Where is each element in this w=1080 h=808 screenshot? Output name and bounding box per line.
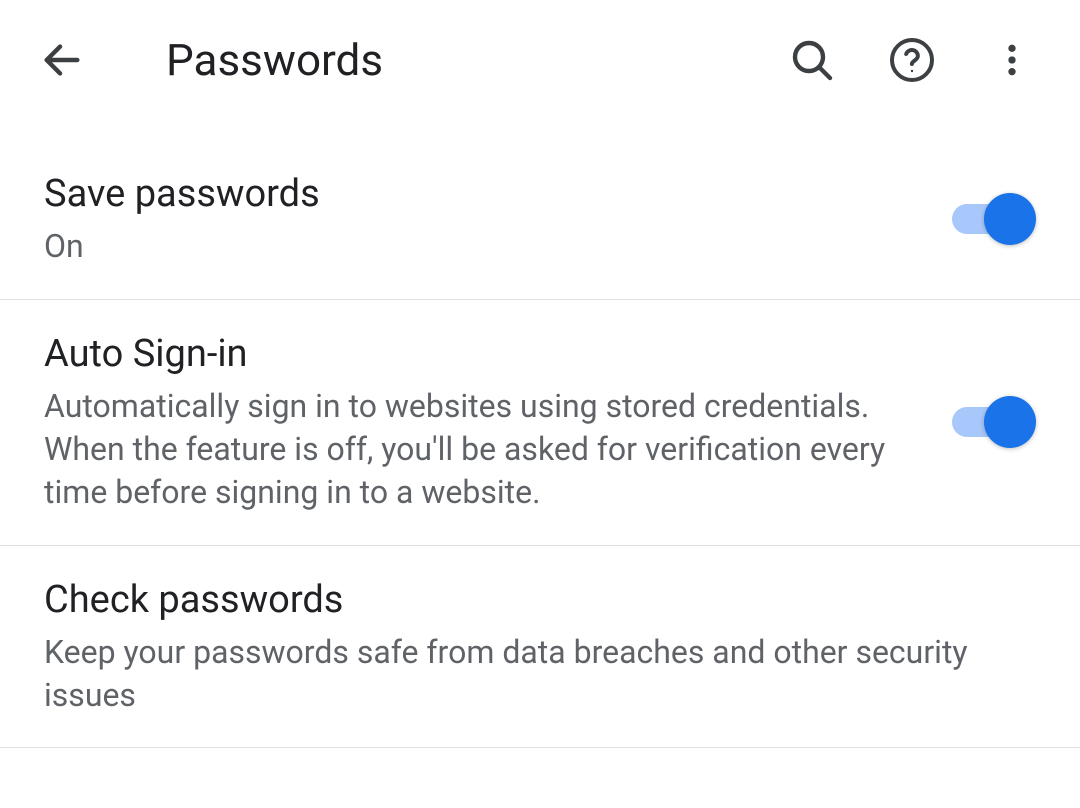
toggle-thumb bbox=[984, 193, 1036, 245]
save-passwords-item[interactable]: Save passwords On bbox=[0, 140, 1080, 300]
header: Passwords bbox=[0, 0, 1080, 120]
setting-text: Save passwords On bbox=[44, 170, 952, 269]
setting-title: Auto Sign-in bbox=[44, 330, 912, 379]
setting-subtitle: On bbox=[44, 225, 912, 268]
setting-subtitle: Keep your passwords safe from data breac… bbox=[44, 631, 996, 717]
setting-subtitle: Automatically sign in to websites using … bbox=[44, 385, 912, 515]
search-icon bbox=[788, 36, 836, 84]
check-passwords-item[interactable]: Check passwords Keep your passwords safe… bbox=[0, 546, 1080, 749]
page-title: Passwords bbox=[166, 34, 784, 86]
toggle-thumb bbox=[984, 396, 1036, 448]
setting-text: Check passwords Keep your passwords safe… bbox=[44, 576, 1036, 718]
setting-title: Save passwords bbox=[44, 170, 912, 219]
auto-signin-toggle[interactable] bbox=[952, 394, 1036, 450]
back-arrow-icon bbox=[39, 37, 85, 83]
more-options-button[interactable] bbox=[984, 32, 1040, 88]
help-button[interactable] bbox=[884, 32, 940, 88]
more-vert-icon bbox=[992, 40, 1032, 80]
auto-signin-item[interactable]: Auto Sign-in Automatically sign in to we… bbox=[0, 300, 1080, 546]
help-icon bbox=[888, 36, 936, 84]
settings-list: Save passwords On Auto Sign-in Automatic… bbox=[0, 140, 1080, 748]
setting-title: Check passwords bbox=[44, 576, 996, 625]
setting-text: Auto Sign-in Automatically sign in to we… bbox=[44, 330, 952, 515]
save-passwords-toggle[interactable] bbox=[952, 191, 1036, 247]
search-button[interactable] bbox=[784, 32, 840, 88]
header-actions bbox=[784, 32, 1040, 88]
back-button[interactable] bbox=[30, 28, 94, 92]
